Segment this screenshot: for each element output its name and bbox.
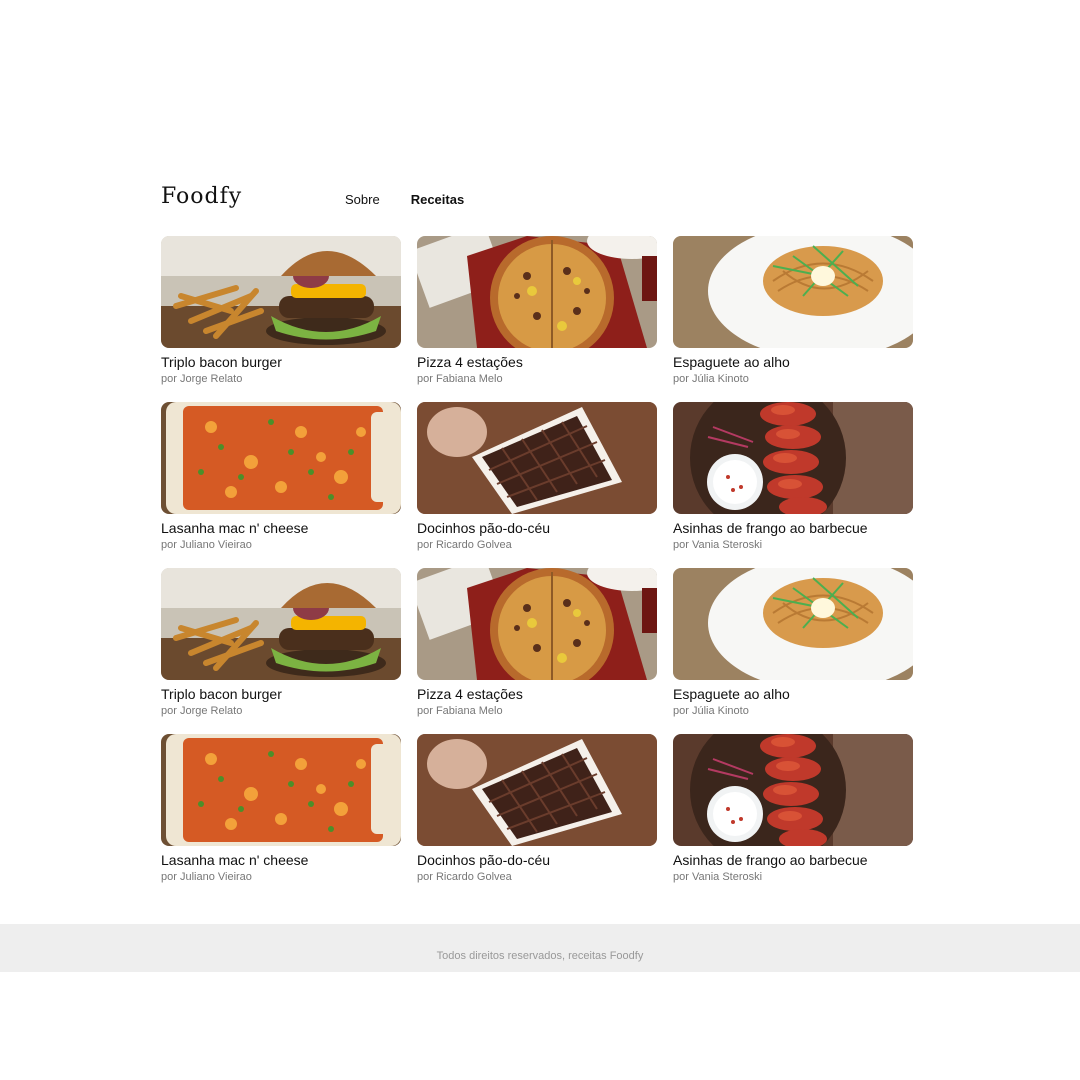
recipe-author: por Jorge Relato	[161, 705, 243, 717]
nav-link-sobre[interactable]: Sobre	[345, 192, 380, 207]
recipe-image[interactable]	[673, 734, 913, 846]
recipe-card[interactable]: Espaguete ao alho por Júlia Kinoto	[673, 568, 913, 717]
recipe-image[interactable]	[417, 402, 657, 514]
recipe-title[interactable]: Pizza 4 estações	[417, 686, 657, 702]
recipe-title[interactable]: Espaguete ao alho	[673, 354, 913, 370]
recipe-title[interactable]: Triplo bacon burger	[161, 354, 401, 370]
recipe-image[interactable]	[161, 734, 401, 846]
recipe-author: por Júlia Kinoto	[673, 373, 749, 385]
recipe-title[interactable]: Lasanha mac n' cheese	[161, 520, 401, 536]
recipe-card[interactable]: Docinhos pão-do-céu por Ricardo Golvea	[417, 734, 657, 883]
recipe-card[interactable]: Asinhas de frango ao barbecue por Vania …	[673, 734, 913, 883]
recipe-author: por Fabiana Melo	[417, 373, 503, 385]
recipe-card[interactable]: Triplo bacon burger por Jorge Relato	[161, 236, 401, 385]
nav-link-receitas[interactable]: Receitas	[411, 192, 464, 207]
recipe-image[interactable]	[417, 734, 657, 846]
main-nav: Sobre Receitas	[345, 192, 464, 207]
recipe-card[interactable]: Pizza 4 estações por Fabiana Melo	[417, 236, 657, 385]
recipe-image[interactable]	[673, 402, 913, 514]
recipe-card[interactable]: Lasanha mac n' cheese por Juliano Vieira…	[161, 734, 401, 883]
recipe-grid: Triplo bacon burger por Jorge Relato Piz…	[161, 236, 913, 883]
recipe-author: por Fabiana Melo	[417, 705, 503, 717]
recipe-title[interactable]: Asinhas de frango ao barbecue	[673, 520, 913, 536]
recipe-title[interactable]: Lasanha mac n' cheese	[161, 852, 401, 868]
recipe-author: por Ricardo Golvea	[417, 871, 512, 883]
recipe-image[interactable]	[673, 236, 913, 348]
recipe-image[interactable]	[417, 236, 657, 348]
recipe-title[interactable]: Pizza 4 estações	[417, 354, 657, 370]
recipe-title[interactable]: Docinhos pão-do-céu	[417, 852, 657, 868]
recipe-author: por Juliano Vieirao	[161, 871, 252, 883]
recipe-author: por Vania Steroski	[673, 871, 763, 883]
recipe-card[interactable]: Espaguete ao alho por Júlia Kinoto	[673, 236, 913, 385]
recipe-image[interactable]	[417, 568, 657, 680]
recipe-image[interactable]	[161, 402, 401, 514]
site-header: Foodfy Sobre Receitas	[161, 184, 921, 218]
recipe-image[interactable]	[673, 568, 913, 680]
site-footer: Todos direitos reservados, receitas Food…	[0, 924, 1080, 972]
recipe-card[interactable]: Lasanha mac n' cheese por Juliano Vieira…	[161, 402, 401, 551]
logo[interactable]: Foodfy	[161, 184, 242, 209]
recipe-author: por Ricardo Golvea	[417, 539, 512, 551]
recipe-card[interactable]: Triplo bacon burger por Jorge Relato	[161, 568, 401, 717]
recipe-image[interactable]	[161, 568, 401, 680]
recipe-card[interactable]: Docinhos pão-do-céu por Ricardo Golvea	[417, 402, 657, 551]
recipe-title[interactable]: Triplo bacon burger	[161, 686, 401, 702]
recipe-title[interactable]: Asinhas de frango ao barbecue	[673, 852, 913, 868]
recipe-author: por Vania Steroski	[673, 539, 763, 551]
recipe-author: por Juliano Vieirao	[161, 539, 252, 551]
recipe-title[interactable]: Espaguete ao alho	[673, 686, 913, 702]
recipe-image[interactable]	[161, 236, 401, 348]
recipe-author: por Júlia Kinoto	[673, 705, 749, 717]
recipe-author: por Jorge Relato	[161, 373, 243, 385]
footer-text: Todos direitos reservados, receitas Food…	[436, 950, 644, 962]
recipe-card[interactable]: Pizza 4 estações por Fabiana Melo	[417, 568, 657, 717]
recipe-title[interactable]: Docinhos pão-do-céu	[417, 520, 657, 536]
recipe-card[interactable]: Asinhas de frango ao barbecue por Vania …	[673, 402, 913, 551]
